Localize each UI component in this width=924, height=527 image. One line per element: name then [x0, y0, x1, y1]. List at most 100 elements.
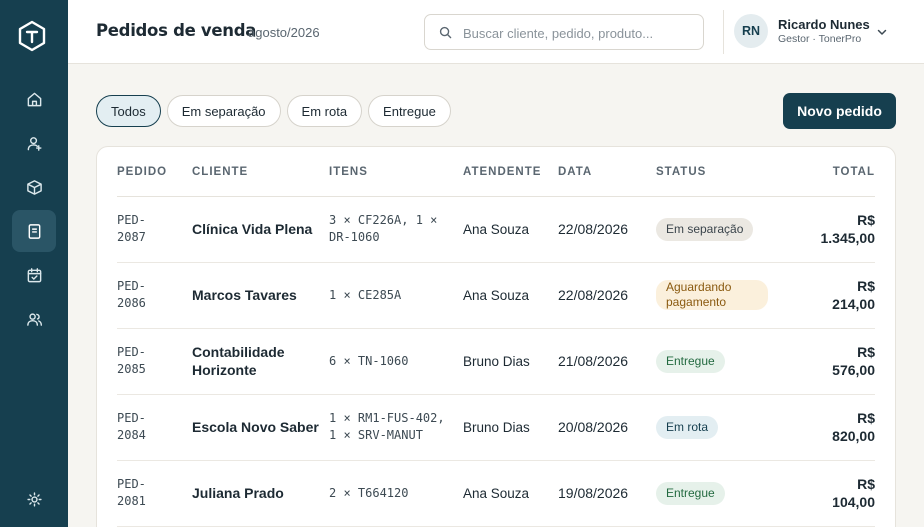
- agent-name: Ana Souza: [463, 262, 558, 329]
- orders-table-card: PEDIDO CLIENTE ITENS ATENDENTE DATA STAT…: [96, 146, 896, 527]
- agent-name: Bruno Dias: [463, 394, 558, 461]
- filter-all[interactable]: Todos: [96, 95, 161, 127]
- order-items-text: 3 × CF226A, 1 × DR-1060: [329, 213, 438, 244]
- column-header-date[interactable]: DATA: [558, 147, 656, 197]
- order-items: 1 × RM1-FUS-402, 1 × SRV-MANUT: [329, 394, 463, 461]
- order-id-text: PED- 2085: [117, 345, 146, 376]
- column-header-client[interactable]: CLIENTE: [192, 147, 329, 197]
- order-total-text: R$ 214,00: [832, 278, 875, 312]
- chevron-down-icon[interactable]: [876, 26, 888, 38]
- period-label: agosto/2026: [248, 25, 320, 40]
- order-items: 2 × T664120: [329, 460, 463, 527]
- home-icon: [27, 92, 41, 106]
- order-total-text: R$ 820,00: [832, 410, 875, 444]
- table-row[interactable]: PED- 2081 Juliana Prado 2 × T664120 Ana …: [117, 460, 875, 527]
- order-date: 20/08/2026: [558, 394, 656, 461]
- status-cell: Entregue: [656, 328, 791, 395]
- order-total-text: R$ 576,00: [832, 344, 875, 378]
- status-cell: Em rota: [656, 394, 791, 461]
- sidebar-item-settings[interactable]: [12, 478, 56, 520]
- status-badge: Em rota: [656, 415, 719, 439]
- sidebar: [0, 0, 68, 527]
- search-icon: [439, 26, 452, 39]
- search-box[interactable]: [424, 14, 704, 50]
- column-header-status[interactable]: STATUS: [656, 147, 791, 197]
- order-id[interactable]: PED- 2087: [117, 196, 192, 263]
- table-row[interactable]: PED- 2084 Escola Novo Saber 1 × RM1-FUS-…: [117, 394, 875, 461]
- status-badge: Em separação: [656, 217, 754, 241]
- column-header-order[interactable]: PEDIDO: [117, 147, 192, 197]
- status-badge: Entregue: [656, 349, 725, 373]
- orders-icon: [28, 223, 40, 239]
- status-cell: Entregue: [656, 460, 791, 527]
- table-row[interactable]: PED- 2085 Contabilidade Horizonte 6 × TN…: [117, 328, 875, 395]
- gear-icon: [26, 491, 42, 507]
- order-items-text: 6 × TN-1060: [329, 353, 409, 368]
- box-icon: [26, 179, 42, 195]
- order-id-text: PED- 2086: [117, 279, 146, 310]
- client-name: Clínica Vida Plena: [192, 196, 329, 263]
- filter-delivered[interactable]: Entregue: [368, 95, 451, 127]
- sidebar-item-calendar[interactable]: [12, 254, 56, 296]
- client-name: Escola Novo Saber: [192, 394, 329, 461]
- order-date: 19/08/2026: [558, 460, 656, 527]
- order-date: 22/08/2026: [558, 262, 656, 329]
- order-total: R$ 214,00: [791, 262, 875, 329]
- user-contact-icon: [27, 136, 42, 151]
- table-row[interactable]: PED- 2087 Clínica Vida Plena 3 × CF226A,…: [117, 196, 876, 263]
- order-items-text: 1 × RM1-FUS-402, 1 × SRV-MANUT: [329, 411, 445, 442]
- status-badge: Aguardando pagamento: [656, 280, 768, 310]
- order-total: R$ 576,00: [791, 328, 875, 395]
- page-title: Pedidos de venda: [96, 21, 257, 40]
- order-items-text: 2 × T664120: [329, 485, 409, 500]
- user-name[interactable]: Ricardo Nunes: [778, 17, 870, 32]
- column-header-items[interactable]: ITENS: [329, 147, 463, 197]
- agent-name: Ana Souza: [463, 460, 558, 527]
- status-badge: Entregue: [656, 481, 725, 505]
- order-id[interactable]: PED- 2086: [117, 262, 192, 329]
- order-id[interactable]: PED- 2085: [117, 328, 192, 395]
- filter-in-route[interactable]: Em rota: [286, 95, 363, 127]
- order-id-text: PED- 2084: [117, 411, 146, 442]
- orders-table: PEDIDO CLIENTE ITENS ATENDENTE DATA STAT…: [117, 147, 875, 527]
- order-date: 22/08/2026: [558, 196, 656, 263]
- order-items: 6 × TN-1060: [329, 328, 463, 395]
- table-row[interactable]: PED- 2086 Marcos Tavares 1 × CE285A Ana …: [117, 262, 875, 329]
- order-id-text: PED- 2087: [117, 213, 146, 244]
- search-input[interactable]: [463, 23, 693, 43]
- new-order-button[interactable]: Novo pedido: [783, 93, 896, 129]
- agent-name: Bruno Dias: [463, 328, 558, 395]
- order-total: R$ 1.345,00: [791, 196, 876, 263]
- order-items: 1 × CE285A: [329, 262, 463, 329]
- sidebar-item-orders[interactable]: [12, 210, 56, 252]
- filter-in-separation[interactable]: Em separação: [166, 95, 281, 127]
- agent-name: Ana Souza: [463, 196, 558, 263]
- user-role: Gestor · TonerPro: [778, 33, 862, 45]
- sidebar-item-team[interactable]: [12, 298, 56, 340]
- column-header-total[interactable]: TOTAL: [791, 147, 875, 197]
- status-cell: Aguardando pagamento: [656, 262, 791, 329]
- brand-logo-icon[interactable]: [17, 20, 47, 52]
- order-total-text: R$ 1.345,00: [820, 212, 876, 246]
- status-filters: Todos Em separação Em rota Entregue: [96, 95, 451, 127]
- order-items: 3 × CF226A, 1 × DR-1060: [329, 196, 463, 263]
- header-divider: [723, 10, 724, 54]
- table-header-row: PEDIDO CLIENTE ITENS ATENDENTE DATA STAT…: [117, 147, 875, 197]
- sidebar-item-products[interactable]: [12, 166, 56, 208]
- avatar[interactable]: RN: [734, 14, 768, 48]
- client-name: Juliana Prado: [192, 460, 329, 527]
- order-id[interactable]: PED- 2084: [117, 394, 192, 461]
- sidebar-item-home[interactable]: [12, 78, 56, 120]
- order-id[interactable]: PED- 2081: [117, 460, 192, 527]
- order-total: R$ 104,00: [791, 460, 875, 527]
- client-name: Contabilidade Horizonte: [192, 328, 329, 395]
- order-total-text: R$ 104,00: [832, 476, 875, 510]
- order-items-text: 1 × CE285A: [329, 287, 402, 302]
- order-date: 21/08/2026: [558, 328, 656, 395]
- order-id-text: PED- 2081: [117, 477, 146, 508]
- team-icon: [26, 312, 42, 326]
- sidebar-item-clients[interactable]: [12, 122, 56, 164]
- topbar: Pedidos de venda agosto/2026 RN Ricardo …: [68, 0, 924, 64]
- calendar-icon: [27, 267, 41, 282]
- column-header-agent[interactable]: ATENDENTE: [463, 147, 558, 197]
